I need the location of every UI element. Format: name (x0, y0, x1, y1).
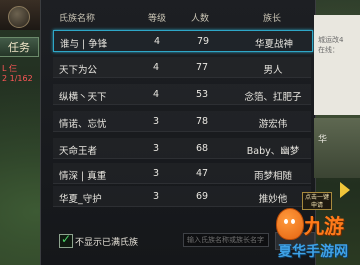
mascot-eye-left (284, 219, 288, 224)
clan-name: 天命王者 (59, 146, 98, 157)
clan-name: 情深 | 真重 (59, 171, 107, 182)
hide-full-clans-label: 不显示已满氏族 (75, 238, 139, 248)
clan-preview-tag: 华 (318, 135, 328, 145)
clan-level: 4 (153, 36, 161, 47)
apply-arrow-icon[interactable] (340, 182, 350, 198)
clan-name: 谁与 | 争锋 (60, 39, 108, 50)
clan-leader: 华夏战神 (254, 39, 293, 50)
clan-info-line-1: 城运改4 (318, 36, 344, 44)
header-clan-name: 氏族名称 (59, 14, 96, 24)
clan-leader: Baby、幽梦 (246, 146, 300, 157)
clan-member-count: 79 (196, 36, 210, 47)
hud-status-line-2: 2 1/162 (2, 74, 33, 83)
clan-member-count: 69 (195, 191, 209, 202)
clan-level: 3 (152, 143, 160, 154)
clan-level: 3 (152, 116, 160, 127)
table-row[interactable]: 情深 | 真重 3 47 雨梦相随 (53, 163, 311, 184)
table-header: 氏族名称 等级 人数 族长 (53, 10, 313, 24)
player-portrait-frame[interactable] (0, 0, 41, 30)
hide-full-clans-checkbox[interactable] (59, 232, 73, 248)
clan-name: 纵横丶天下 (59, 92, 107, 103)
clan-member-count: 77 (195, 62, 209, 73)
clan-info-line-2: 在线： (318, 46, 339, 54)
clan-name: 情诺、忘忧 (59, 119, 107, 130)
clan-level: 4 (152, 62, 160, 73)
clan-info-card: 城运改4 在线： (314, 15, 360, 115)
table-row[interactable]: 情诺、忘忧 3 78 游宏伟 (53, 111, 311, 132)
clan-member-count: 53 (195, 89, 209, 100)
clan-search-input[interactable]: 输入氏族名称或族长名字 (183, 233, 269, 247)
left-hud: 任务 L 仨 2 1/162 (0, 0, 41, 265)
clan-leader: 念箔、扛肥子 (244, 92, 302, 103)
site-watermark: 九游 夏华手游网 (276, 208, 360, 265)
hud-status-line-1: L 仨 (2, 64, 17, 73)
clan-leader: 雨梦相随 (253, 171, 292, 182)
portrait-orb-icon (8, 6, 30, 28)
clan-leader: 推妙他 (258, 194, 288, 205)
clan-list-dialog: 氏族名称 等级 人数 族长 谁与 | 争锋 4 79 华夏战神 天下为公 4 7… (40, 0, 316, 265)
table-row[interactable]: 天命王者 3 68 Baby、幽梦 (53, 138, 311, 159)
clan-level: 3 (152, 168, 160, 179)
table-row[interactable]: 谁与 | 争锋 4 79 华夏战神 (53, 30, 313, 52)
header-level: 等级 (148, 14, 167, 24)
clan-name: 华夏_守护 (59, 194, 102, 205)
header-leader: 族长 (263, 14, 282, 24)
clan-member-count: 78 (195, 116, 209, 127)
mascot-eye-right (291, 219, 295, 224)
clan-level: 3 (152, 191, 160, 202)
clan-name: 天下为公 (59, 65, 98, 76)
filter-bar: 不显示已满氏族 输入氏族名称或族长名字 (53, 232, 315, 252)
watermark-brand: 九游 (304, 214, 344, 238)
table-row[interactable]: 天下为公 4 77 男人 (53, 57, 311, 78)
clan-member-count: 47 (195, 168, 209, 179)
watermark-mascot-icon (276, 208, 304, 240)
clan-level: 4 (152, 89, 160, 100)
clan-leader: 游宏伟 (258, 119, 288, 130)
task-button[interactable]: 任务 (0, 37, 39, 57)
clan-leader: 男人 (263, 65, 283, 76)
header-member-count: 人数 (191, 14, 210, 24)
clan-member-count: 68 (195, 143, 209, 154)
table-row[interactable]: 纵横丶天下 4 53 念箔、扛肥子 (53, 84, 311, 105)
watermark-site-name: 夏华手游网 (278, 244, 348, 260)
clan-preview-area: 华 (314, 118, 360, 178)
table-row[interactable]: 华夏_守护 3 69 推妙他 (53, 186, 311, 207)
